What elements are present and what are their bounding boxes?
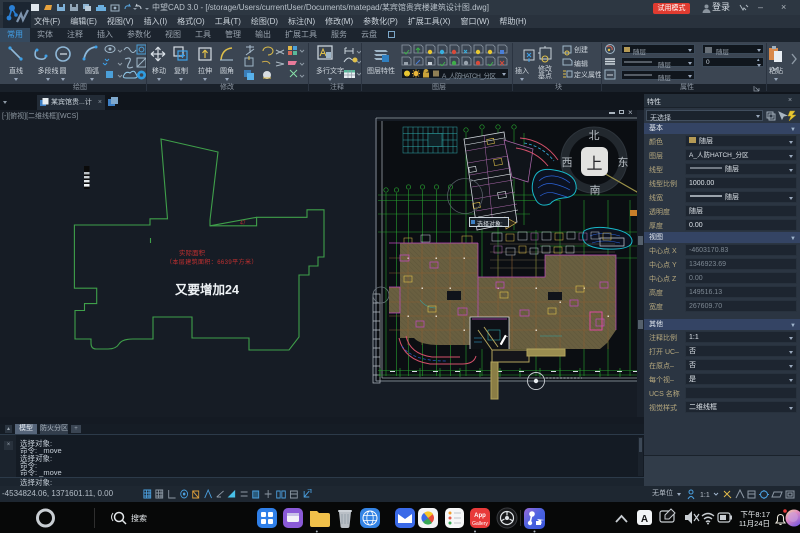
- svg-text:Gallery: Gallery: [472, 521, 488, 527]
- svg-text:下午8:17: 下午8:17: [740, 509, 770, 519]
- svg-text:北: 北: [589, 129, 600, 142]
- svg-text:App: App: [474, 513, 486, 519]
- svg-text:上: 上: [586, 155, 602, 173]
- svg-text:11月24日: 11月24日: [739, 519, 770, 528]
- svg-text:47: 47: [240, 221, 246, 227]
- svg-text:A: A: [641, 514, 648, 525]
- svg-text:搜索: 搜索: [131, 513, 147, 523]
- svg-text:西: 西: [562, 157, 573, 169]
- svg-text:1:1: 1:1: [700, 492, 710, 499]
- svg-text:东: 东: [618, 156, 629, 169]
